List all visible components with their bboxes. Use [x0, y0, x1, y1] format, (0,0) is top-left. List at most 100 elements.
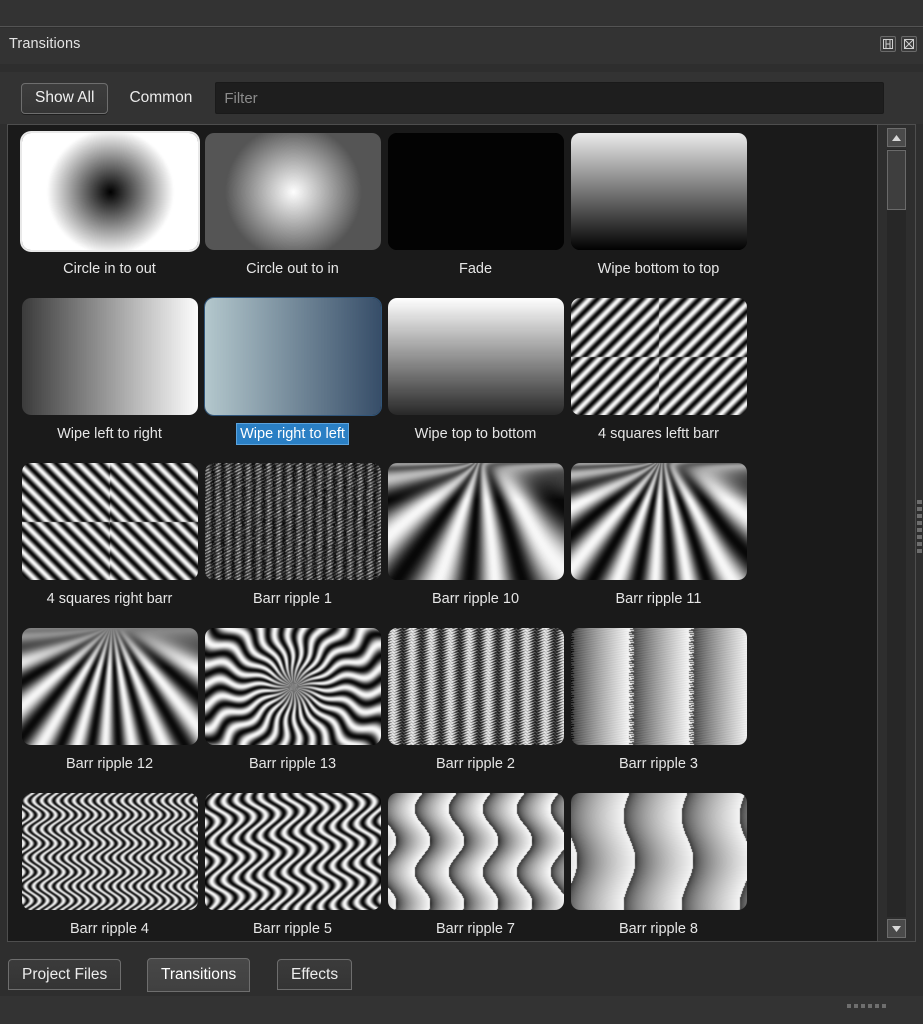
transition-preview-image [205, 133, 381, 250]
transition-preview-image [22, 628, 198, 745]
transition-preview-image [571, 628, 747, 745]
transition-label: Barr ripple 4 [67, 919, 152, 939]
scrollbar-thumb[interactable] [887, 150, 906, 210]
transition-item[interactable]: Barr ripple 1 [201, 463, 384, 628]
transition-preview-image [571, 298, 747, 415]
transition-item[interactable]: Barr ripple 2 [384, 628, 567, 793]
scroll-up-arrow-icon[interactable] [887, 128, 906, 147]
transition-item[interactable]: Fade [384, 133, 567, 298]
transition-thumbnail[interactable] [571, 793, 747, 910]
transition-label: Barr ripple 13 [246, 754, 339, 774]
transition-preview-image [205, 463, 381, 580]
transition-item[interactable]: Barr ripple 3 [567, 628, 750, 793]
transitions-grid: Circle in to out Circle out to in Fade Wipe… [8, 125, 877, 941]
transition-preview-image [571, 463, 747, 580]
resize-grip-icon[interactable] [847, 1004, 886, 1008]
transition-thumbnail[interactable] [22, 793, 198, 910]
scrollbar-track[interactable] [887, 149, 906, 917]
transition-item[interactable]: Barr ripple 13 [201, 628, 384, 793]
transition-item[interactable]: Barr ripple 4 [18, 793, 201, 941]
filter-input[interactable] [215, 82, 884, 114]
transition-preview-image [388, 133, 564, 250]
transition-label: Barr ripple 3 [616, 754, 701, 774]
transition-item[interactable]: Circle in to out [18, 133, 201, 298]
transition-label: Barr ripple 7 [433, 919, 518, 939]
transition-item[interactable]: Barr ripple 5 [201, 793, 384, 941]
transition-thumbnail[interactable] [571, 298, 747, 415]
transition-preview-image [205, 793, 381, 910]
close-icon[interactable] [901, 36, 917, 52]
transition-label: 4 squares leftt barr [595, 424, 722, 444]
transition-label: Wipe top to bottom [412, 424, 540, 444]
transition-preview-image [388, 628, 564, 745]
transition-item[interactable]: Barr ripple 8 [567, 793, 750, 941]
transition-label: Barr ripple 12 [63, 754, 156, 774]
transition-item[interactable]: Wipe left to right [18, 298, 201, 463]
transition-thumbnail[interactable] [22, 133, 198, 250]
transition-thumbnail[interactable] [388, 463, 564, 580]
transition-thumbnail[interactable] [22, 298, 198, 415]
transition-item[interactable]: Barr ripple 10 [384, 463, 567, 628]
tab-effects[interactable]: Effects [277, 959, 352, 990]
transition-preview-image [22, 463, 198, 580]
transition-label: Wipe bottom to top [595, 259, 723, 279]
scroll-down-arrow-icon[interactable] [887, 919, 906, 938]
transition-item[interactable]: Wipe top to bottom [384, 298, 567, 463]
transition-preview-image [205, 298, 381, 415]
transition-item[interactable]: Wipe bottom to top [567, 133, 750, 298]
transition-thumbnail[interactable] [571, 628, 747, 745]
transition-preview-image [388, 298, 564, 415]
window-top-strip [0, 0, 923, 27]
transition-label: Barr ripple 10 [429, 589, 522, 609]
transition-thumbnail[interactable] [205, 793, 381, 910]
filter-toolbar: Show All Common [0, 72, 923, 124]
transition-thumbnail[interactable] [205, 463, 381, 580]
transition-item[interactable]: Circle out to in [201, 133, 384, 298]
transition-thumbnail[interactable] [388, 298, 564, 415]
transitions-panel-window: Transitions Show All Common Circle in [0, 0, 923, 1024]
transition-item[interactable]: Barr ripple 7 [384, 793, 567, 941]
transition-thumbnail[interactable] [571, 463, 747, 580]
show-all-button[interactable]: Show All [21, 83, 108, 114]
transition-label: Wipe right to left [237, 424, 348, 444]
transition-thumbnail[interactable] [22, 628, 198, 745]
transitions-grid-container: Circle in to out Circle out to in Fade Wipe… [7, 124, 916, 942]
float-window-icon[interactable] [880, 36, 896, 52]
transition-thumbnail[interactable] [205, 298, 381, 415]
transition-label: Barr ripple 5 [250, 919, 335, 939]
common-button[interactable]: Common [119, 83, 202, 114]
transition-thumbnail[interactable] [388, 628, 564, 745]
transition-thumbnail[interactable] [205, 628, 381, 745]
panel-tabbar: Project Files Transitions Effects [0, 952, 923, 996]
transition-thumbnail[interactable] [388, 133, 564, 250]
transition-item[interactable]: 4 squares leftt barr [567, 298, 750, 463]
transition-thumbnail[interactable] [205, 133, 381, 250]
transition-thumbnail[interactable] [22, 463, 198, 580]
transition-item[interactable]: Barr ripple 12 [18, 628, 201, 793]
transition-thumbnail[interactable] [388, 793, 564, 910]
transition-preview-image [205, 628, 381, 745]
transition-label: 4 squares right barr [44, 589, 176, 609]
transition-label: Barr ripple 8 [616, 919, 701, 939]
transition-label: Barr ripple 2 [433, 754, 518, 774]
tab-project-files[interactable]: Project Files [8, 959, 121, 990]
panel-title: Transitions [9, 36, 80, 52]
transition-item[interactable]: Barr ripple 11 [567, 463, 750, 628]
transition-preview-image [22, 133, 198, 250]
transition-preview-image [22, 298, 198, 415]
transition-preview-image [388, 463, 564, 580]
splitter-grip-icon[interactable] [917, 500, 922, 553]
vertical-scrollbar[interactable] [877, 125, 915, 941]
transitions-scroll-area[interactable]: Circle in to out Circle out to in Fade Wipe… [8, 125, 877, 941]
transition-preview-image [571, 133, 747, 250]
transition-item[interactable]: 4 squares right barr [18, 463, 201, 628]
transition-label: Circle out to in [243, 259, 342, 279]
transition-label: Barr ripple 1 [250, 589, 335, 609]
transition-preview-image [388, 793, 564, 910]
transition-label: Wipe left to right [54, 424, 165, 444]
transition-item[interactable]: Wipe right to left [201, 298, 384, 463]
transition-label: Barr ripple 11 [613, 589, 705, 609]
transition-thumbnail[interactable] [571, 133, 747, 250]
transition-preview-image [571, 793, 747, 910]
tab-transitions[interactable]: Transitions [147, 958, 250, 992]
